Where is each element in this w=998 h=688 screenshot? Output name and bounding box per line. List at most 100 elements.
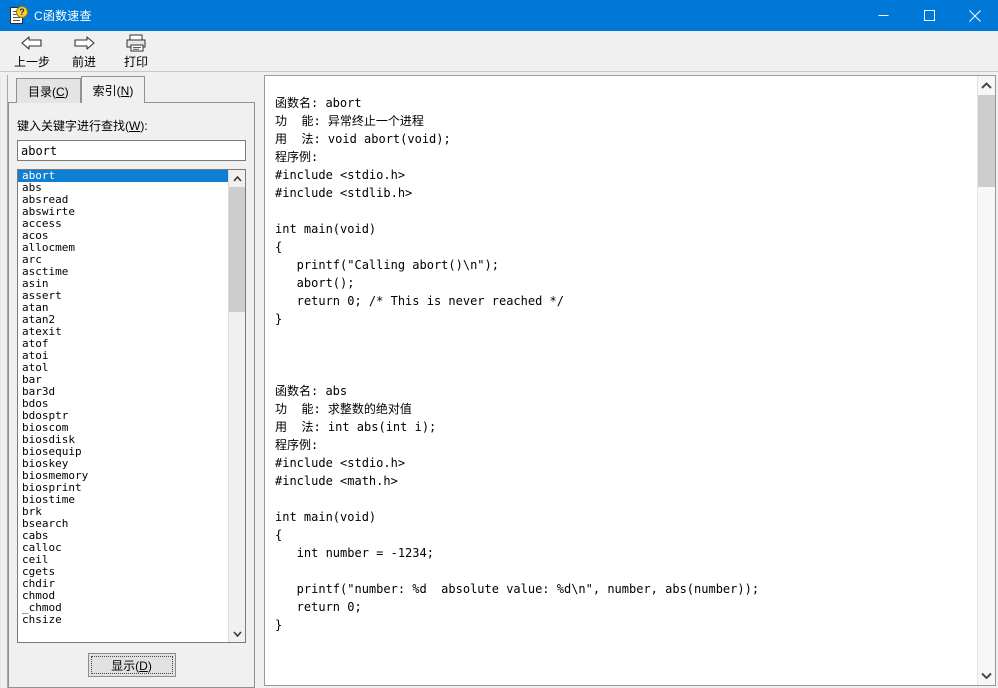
list-item[interactable]: _chmod	[18, 602, 228, 614]
show-button[interactable]: 显示(D)	[87, 653, 176, 677]
tab-strip: 目录(C) 索引(N)	[8, 75, 255, 104]
toolbar-button-forward[interactable]: 前进	[58, 31, 110, 71]
list-item[interactable]: ceil	[18, 554, 228, 566]
toolbar-button-back[interactable]: 上一步	[6, 31, 58, 71]
list-item[interactable]: chsize	[18, 614, 228, 626]
list-item[interactable]: biosdisk	[18, 434, 228, 446]
left-pane: 目录(C) 索引(N) 键入关键字进行查找(W): abortabsabsrea…	[8, 75, 255, 688]
list-item[interactable]: acos	[18, 230, 228, 242]
list-item[interactable]: arc	[18, 254, 228, 266]
doc-scroll-down-arrow-icon[interactable]	[978, 666, 995, 685]
list-item[interactable]: asctime	[18, 266, 228, 278]
list-item[interactable]: biosprint	[18, 482, 228, 494]
list-item[interactable]: cgets	[18, 566, 228, 578]
list-item[interactable]: bioscom	[18, 422, 228, 434]
scroll-up-arrow-icon[interactable]	[229, 170, 245, 187]
document-line: }	[275, 618, 283, 632]
tab-contents[interactable]: 目录(C)	[16, 78, 81, 103]
search-input[interactable]	[17, 140, 246, 161]
list-item[interactable]: absread	[18, 194, 228, 206]
document-scrollbar[interactable]	[977, 76, 995, 685]
list-item[interactable]: abort	[18, 170, 228, 182]
document-line: #include <stdlib.h>	[275, 186, 413, 200]
function-list[interactable]: abort abs absread abswirte access acos allocme…	[18, 170, 228, 642]
listbox-scrollbar[interactable]	[228, 170, 245, 642]
document-line: 功 能: 异常终止一个进程	[275, 114, 424, 128]
document-line: abort();	[275, 276, 355, 290]
list-item[interactable]: chdir	[18, 578, 228, 590]
list-item[interactable]: atan2	[18, 314, 228, 326]
document-line: 程序例:	[275, 438, 319, 452]
list-item[interactable]: calloc	[18, 542, 228, 554]
scroll-down-arrow-icon[interactable]	[229, 625, 245, 642]
list-item[interactable]: biosequip	[18, 446, 228, 458]
maximize-button[interactable]	[906, 0, 952, 31]
document-line: return 0;	[275, 600, 362, 614]
forward-arrow-icon	[72, 33, 96, 53]
list-item[interactable]: assert	[18, 290, 228, 302]
search-label: 键入关键字进行查找(W):	[17, 119, 148, 133]
list-item[interactable]: abswirte	[18, 206, 228, 218]
list-item[interactable]: brk	[18, 506, 228, 518]
list-item[interactable]: bdos	[18, 398, 228, 410]
list-item[interactable]: biosmemory	[18, 470, 228, 482]
document-line: #include <math.h>	[275, 474, 398, 488]
function-listbox[interactable]: abort abs absread abswirte access acos allocme…	[17, 169, 246, 643]
document-blank-line	[275, 364, 977, 382]
doc-scroll-thumb[interactable]	[978, 95, 995, 187]
tab-index[interactable]: 索引(N)	[80, 76, 146, 104]
document-blank-line	[275, 328, 977, 346]
document-blank-line	[275, 202, 977, 220]
list-item[interactable]: bsearch	[18, 518, 228, 530]
list-item[interactable]: access	[18, 218, 228, 230]
document-blank-line	[275, 346, 977, 364]
window-controls	[860, 0, 998, 31]
document-line: int main(void)	[275, 510, 377, 524]
list-item[interactable]: bioskey	[18, 458, 228, 470]
document-line: int number = -1234;	[275, 546, 434, 560]
list-item[interactable]: biostime	[18, 494, 228, 506]
index-panel: 键入关键字进行查找(W): abortabsabsreadabswirteacc…	[8, 103, 255, 688]
list-item[interactable]: cabs	[18, 530, 228, 542]
doc-scroll-up-arrow-icon[interactable]	[978, 76, 995, 95]
list-item[interactable]: abs	[18, 182, 228, 194]
list-item[interactable]: chmod	[18, 590, 228, 602]
left-splitter-handle[interactable]	[0, 75, 8, 688]
show-button-label: 显示(D)	[111, 658, 152, 673]
document-line: 用 法: int abs(int i);	[275, 420, 437, 434]
toolbar-button-print[interactable]: 打印	[110, 31, 162, 71]
question-mark-badge: ?	[16, 5, 28, 18]
document-line: #include <stdio.h>	[275, 456, 406, 470]
document-pane: 函数名: abort 功 能: 异常终止一个进程用 法: void abort(v…	[264, 75, 996, 686]
pane-gap	[255, 75, 264, 688]
application-window: ? C函数速查 上一步 前进 打印 目录(C) 索引(N) 键入关键字进行查找(…	[0, 0, 998, 688]
list-item[interactable]: atof	[18, 338, 228, 350]
list-item[interactable]: bar3d	[18, 386, 228, 398]
document-line: {	[275, 528, 283, 542]
title-bar: ? C函数速查	[0, 0, 998, 31]
document-line: 程序例:	[275, 150, 319, 164]
list-item[interactable]: asin	[18, 278, 228, 290]
doc-scroll-track[interactable]	[978, 95, 995, 666]
list-item[interactable]: atan	[18, 302, 228, 314]
list-item[interactable]: atoi	[18, 350, 228, 362]
close-button[interactable]	[952, 0, 998, 31]
document-line: }	[275, 312, 283, 326]
minimize-button[interactable]	[860, 0, 906, 31]
toolbar-label-print: 打印	[123, 55, 148, 69]
listbox-scroll-track[interactable]	[229, 187, 245, 625]
document-line: printf("number: %d absolute value: %d\n"…	[275, 582, 760, 596]
list-item[interactable]: allocmem	[18, 242, 228, 254]
list-item[interactable]: atexit	[18, 326, 228, 338]
list-item[interactable]: bdosptr	[18, 410, 228, 422]
toolbar: 上一步 前进 打印	[0, 31, 998, 72]
window-title: C函数速查	[34, 9, 92, 23]
show-button-row: 显示(D)	[17, 643, 246, 687]
document-line: 功 能: 求整数的绝对值	[275, 402, 412, 416]
document-line: 函数名: abs	[275, 384, 348, 398]
listbox-scroll-thumb[interactable]	[229, 187, 245, 312]
toolbar-label-forward: 前进	[71, 55, 96, 69]
document-line: {	[275, 240, 283, 254]
list-item[interactable]: bar	[18, 374, 228, 386]
list-item[interactable]: atol	[18, 362, 228, 374]
